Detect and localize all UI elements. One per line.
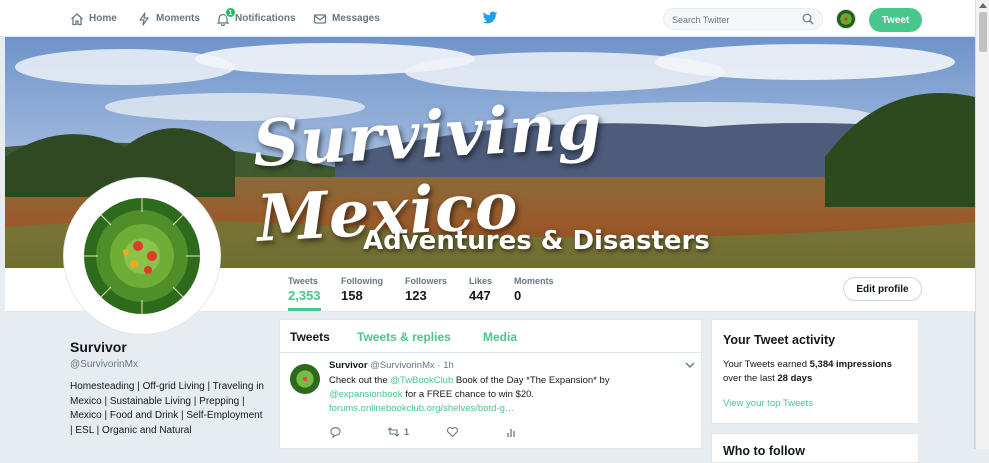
stat-value: 0 — [514, 288, 522, 303]
search-box[interactable] — [663, 8, 823, 30]
app-frame: Home Moments 1 Notifications Messages Tw… — [0, 0, 975, 463]
edit-profile-button[interactable]: Edit profile — [843, 277, 922, 301]
notification-count-badge: 1 — [225, 7, 236, 18]
envelope-icon — [313, 13, 327, 24]
search-icon[interactable] — [802, 13, 814, 25]
stat-followers[interactable]: Followers 123 — [405, 276, 447, 303]
profile-name: Survivor — [70, 339, 127, 355]
lightning-icon — [139, 11, 149, 26]
banner-subtitle: Adventures & Disasters — [363, 226, 710, 256]
tweet-text-part: for a FREE chance to win $20. — [402, 389, 535, 400]
activity-impressions: 5,384 impressions — [809, 359, 893, 370]
retweet-icon — [387, 427, 400, 437]
stat-label: Followers — [405, 276, 448, 286]
profile-handle: @SurvivorinMx — [70, 359, 138, 370]
home-icon — [71, 12, 83, 25]
activity-period: 28 days — [777, 373, 813, 384]
tweet-mention-link[interactable]: @TwBookClub — [390, 375, 453, 386]
nav-home[interactable]: Home — [70, 0, 117, 37]
tab-tweets[interactable]: Tweets — [290, 330, 330, 344]
nav-messages[interactable]: Messages — [313, 0, 380, 37]
tweet[interactable]: Survivor @SurvivorinMx · 1h Check out th… — [280, 354, 701, 450]
stat-label: Tweets — [288, 276, 318, 286]
tweet-mention-link[interactable]: @expansionbook — [329, 389, 403, 400]
compose-tweet-button[interactable]: Tweet — [869, 8, 922, 32]
heart-icon — [446, 427, 459, 438]
tweet-text-part: Check out the — [329, 375, 391, 386]
cactus-avatar-image — [68, 182, 216, 330]
profile-bio: Homesteading | Off-grid Living | Traveli… — [70, 381, 264, 436]
activity-summary: Your Tweets earned 5,384 impressions ove… — [723, 358, 913, 386]
who-to-follow-title: Who to follow — [723, 444, 805, 458]
tweet-actions: 1 — [329, 426, 529, 440]
activity-text: over the last — [723, 373, 778, 384]
tweet-author-name[interactable]: Survivor — [329, 360, 368, 371]
top-nav: Home Moments 1 Notifications Messages Tw… — [0, 0, 975, 37]
like-button[interactable] — [446, 426, 459, 438]
tweet-separator: · — [437, 360, 441, 371]
scroll-thumb[interactable] — [979, 12, 987, 52]
tweet-header: Survivor @SurvivorinMx · 1h — [329, 360, 454, 371]
stat-moments[interactable]: Moments 0 — [514, 276, 554, 303]
vertical-scrollbar[interactable] — [975, 0, 989, 449]
reply-button[interactable] — [329, 426, 342, 438]
tab-media[interactable]: Media — [483, 330, 517, 344]
search-input[interactable] — [672, 12, 797, 27]
retweet-button[interactable]: 1 — [387, 426, 409, 438]
nav-notifications[interactable]: 1 Notifications — [216, 0, 296, 37]
tweet-time[interactable]: 1h — [443, 360, 454, 371]
analytics-icon — [507, 429, 515, 437]
stat-value: 158 — [341, 288, 363, 303]
profile-avatar[interactable] — [64, 178, 220, 334]
analytics-button[interactable] — [505, 426, 518, 438]
stat-value: 2,353 — [288, 288, 321, 303]
twitter-bird-icon[interactable] — [482, 11, 498, 25]
tweet-text-part: Book of the Day *The Expansion* by — [453, 375, 610, 386]
view-top-tweets-link[interactable]: View your top Tweets — [723, 398, 813, 409]
timeline: Tweets Tweets & replies Media Survivor @… — [279, 319, 702, 449]
nav-messages-label: Messages — [332, 13, 380, 24]
nav-home-label: Home — [89, 13, 117, 24]
reply-icon — [330, 427, 341, 438]
stat-value: 123 — [405, 288, 427, 303]
timeline-tabs: Tweets Tweets & replies Media — [280, 320, 701, 353]
stat-tweets[interactable]: Tweets 2,353 — [288, 276, 321, 311]
who-to-follow-card: Who to follow — [711, 433, 919, 463]
nav-moments[interactable]: Moments — [137, 0, 200, 37]
activity-text: Your Tweets earned — [723, 359, 810, 370]
scroll-up-arrow[interactable] — [979, 3, 987, 8]
retweet-count: 1 — [404, 427, 410, 437]
chevron-down-icon[interactable] — [685, 361, 695, 369]
tweet-text: Check out the @TwBookClub Book of the Da… — [329, 374, 679, 416]
tweet-avatar[interactable] — [290, 364, 320, 394]
activity-title: Your Tweet activity — [723, 333, 836, 347]
tweet-author-handle[interactable]: @SurvivorinMx — [370, 360, 435, 371]
tweet-activity-card: Your Tweet activity Your Tweets earned 5… — [711, 319, 919, 424]
nav-moments-label: Moments — [156, 13, 200, 24]
tweet-url-link[interactable]: forums.onlinebookclub.org/shelves/botd-g… — [329, 403, 514, 414]
stat-label: Likes — [469, 276, 493, 286]
tab-tweets-replies[interactable]: Tweets & replies — [357, 330, 451, 344]
stat-value: 447 — [469, 288, 491, 303]
stat-label: Moments — [514, 276, 554, 286]
nav-notifications-label: Notifications — [235, 13, 296, 24]
stat-label: Following — [341, 276, 383, 286]
stat-likes[interactable]: Likes 447 — [469, 276, 492, 303]
account-avatar[interactable] — [836, 9, 856, 29]
stat-following[interactable]: Following 158 — [341, 276, 383, 303]
